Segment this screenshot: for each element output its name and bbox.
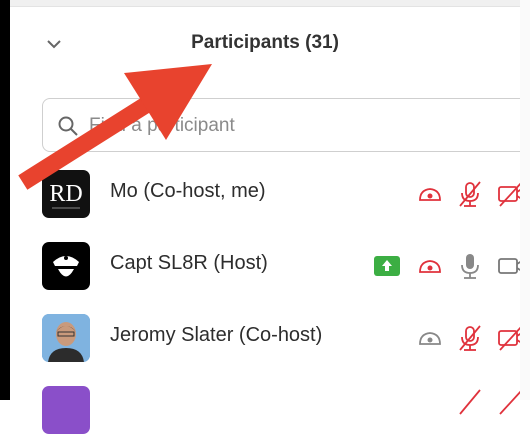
window-frame-right (520, 0, 530, 400)
spotlight-icon[interactable] (414, 178, 446, 210)
mic-muted-icon[interactable] (454, 386, 486, 418)
screen-share-icon[interactable] (374, 256, 400, 276)
participant-row[interactable]: Capt SL8R (Host) (10, 232, 526, 300)
participant-row[interactable]: Jeromy Slater (Co-host) (10, 304, 526, 372)
participant-name: Jeromy Slater (Co-host) (110, 324, 323, 346)
avatar: RD (42, 170, 90, 218)
avatar (42, 242, 90, 290)
search-input[interactable] (87, 109, 521, 143)
mic-muted-icon[interactable] (454, 178, 486, 210)
participants-header: Participants (31) (10, 6, 520, 80)
search-icon (58, 116, 78, 136)
avatar (42, 386, 90, 434)
avatar (42, 314, 90, 362)
participant-name: Mo (Co-host, me) (110, 180, 266, 202)
spotlight-icon[interactable] (414, 250, 446, 282)
mic-icon[interactable] (454, 250, 486, 282)
spotlight-icon[interactable] (414, 322, 446, 354)
window-frame-left (0, 0, 10, 400)
search-box[interactable] (42, 98, 530, 152)
avatar-logo-text: RD (49, 181, 82, 207)
mic-muted-icon[interactable] (454, 322, 486, 354)
participant-name: Capt SL8R (Host) (110, 252, 268, 274)
participant-row[interactable]: RD Mo (Co-host, me) (10, 160, 526, 228)
participant-row[interactable] (10, 376, 523, 444)
panel-title: Participants (31) (191, 32, 339, 53)
